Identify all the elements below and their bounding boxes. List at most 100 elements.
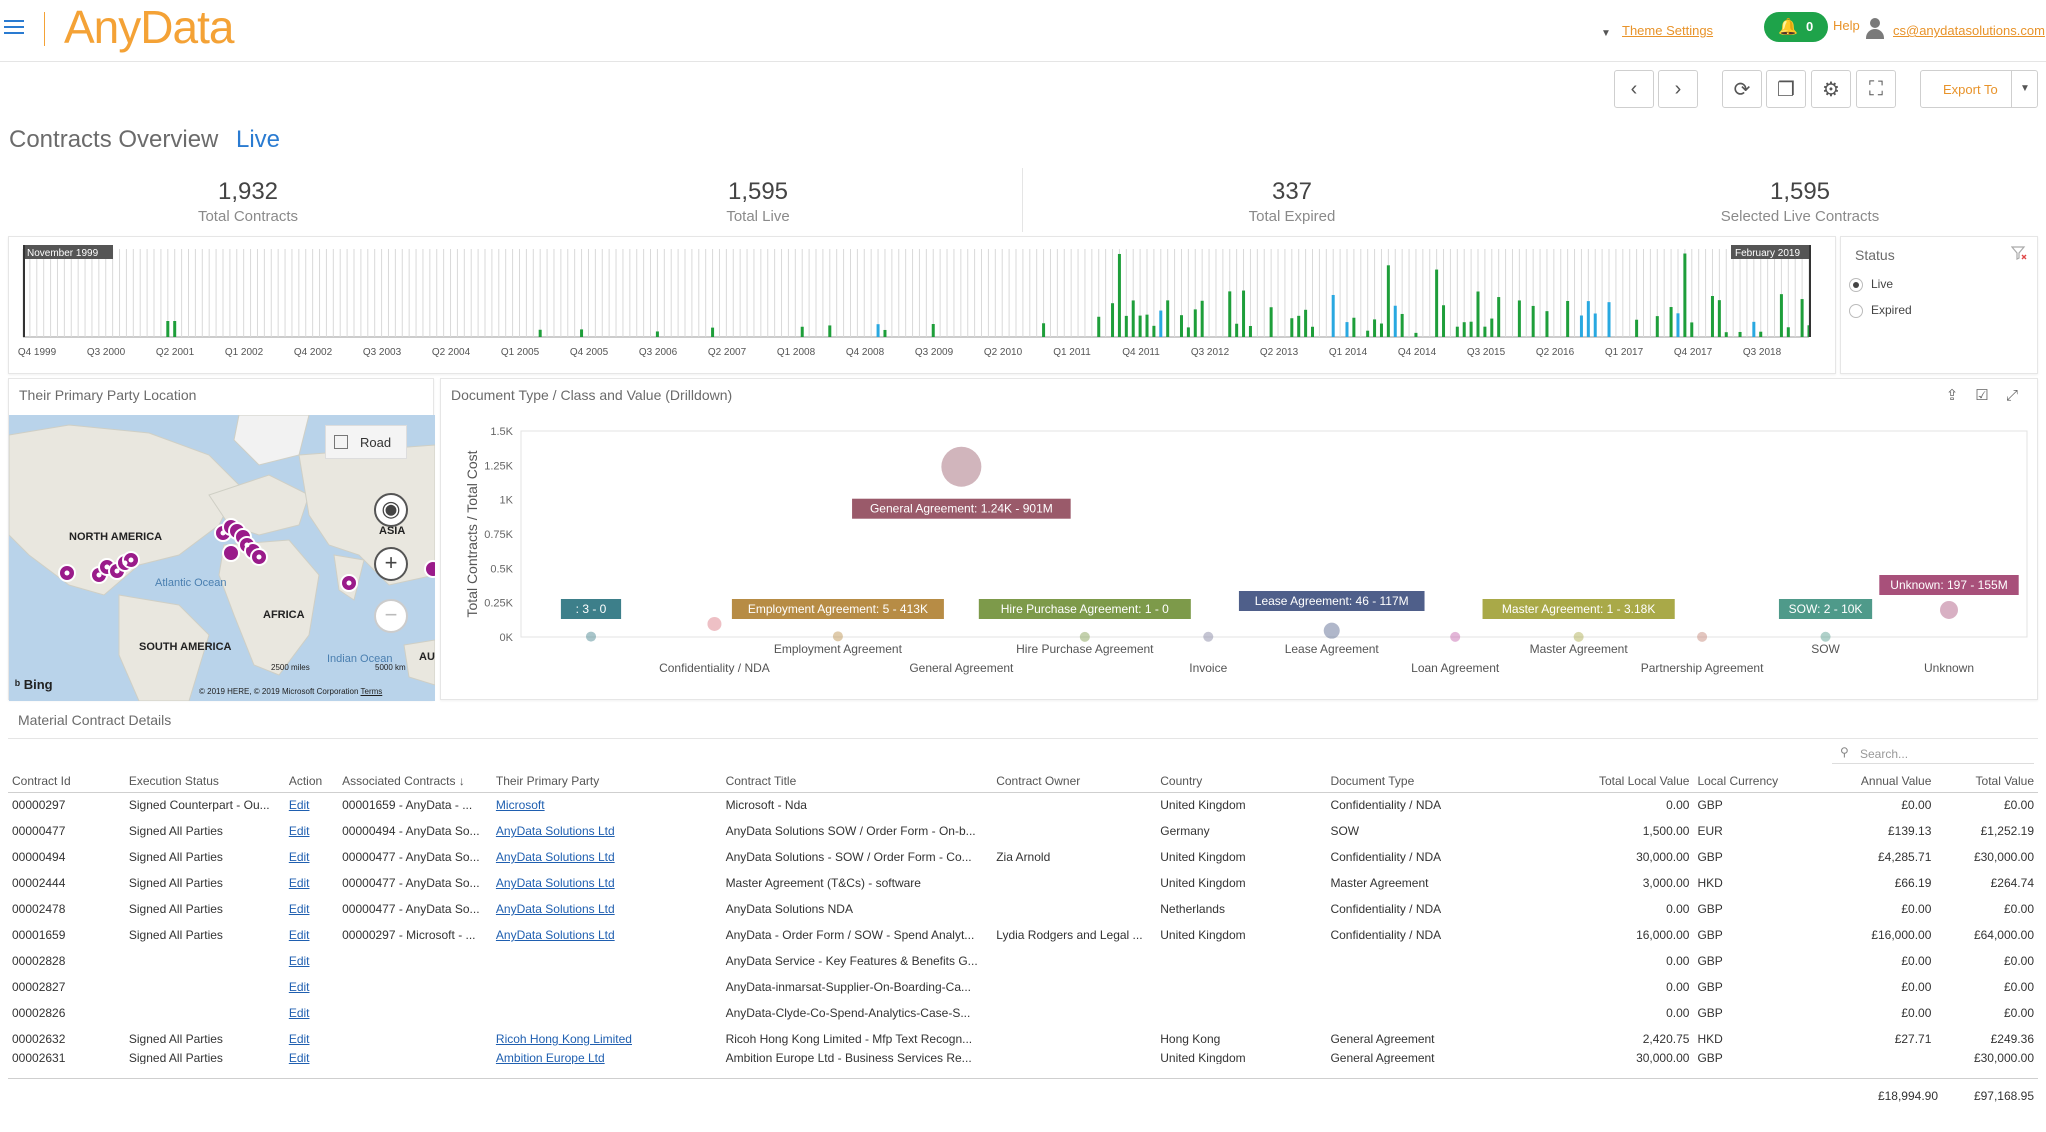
column-header[interactable]: Contract Title bbox=[721, 770, 993, 793]
table-search[interactable]: ⚲ Search... bbox=[1832, 742, 2034, 764]
table-row[interactable]: 00002827 Edit AnyData-inmarsat-Supplier-On… bbox=[8, 974, 2038, 1000]
clear-filter-icon[interactable] bbox=[2011, 245, 2027, 261]
scatter-point[interactable] bbox=[832, 631, 843, 642]
column-header[interactable]: Associated Contracts ↓ bbox=[338, 770, 492, 793]
timeline-bar bbox=[1786, 327, 1790, 337]
table-row[interactable]: 00002828 Edit AnyData Service - Key Featur… bbox=[8, 948, 2038, 974]
table-cell bbox=[1326, 1000, 1572, 1026]
locate-button[interactable]: ◉ bbox=[374, 493, 408, 527]
table-row[interactable]: 00000477 Signed All Parties Edit 00000494 -… bbox=[8, 818, 2038, 844]
column-header[interactable]: Local Currency bbox=[1693, 770, 1813, 793]
menu-icon[interactable] bbox=[4, 20, 24, 36]
column-header[interactable]: Contract Id bbox=[8, 770, 125, 793]
next-button[interactable]: › bbox=[1658, 70, 1698, 108]
edit-link[interactable]: Edit bbox=[289, 980, 310, 994]
map-canvas[interactable]: NORTH AMERICA Atlantic Ocean AFRICA SOUT… bbox=[9, 415, 435, 701]
table-cell: EUR bbox=[1697, 824, 1723, 838]
timeline-bar bbox=[1476, 291, 1480, 337]
edit-link[interactable]: Edit bbox=[289, 876, 310, 890]
table-row[interactable]: 00001659 Signed All Parties Edit 00000297 -… bbox=[8, 922, 2038, 948]
user-email-link[interactable]: cs@anydatasolutions.com bbox=[1893, 23, 2045, 38]
party-link[interactable]: Ambition Europe Ltd bbox=[496, 1052, 605, 1064]
column-header[interactable]: Total Local Value bbox=[1572, 770, 1694, 793]
table-cell bbox=[992, 896, 1156, 922]
edit-link[interactable]: Edit bbox=[289, 1032, 310, 1046]
edit-link[interactable]: Edit bbox=[289, 1006, 310, 1020]
edit-link[interactable]: Edit bbox=[289, 824, 310, 838]
chevron-down-icon[interactable]: ▼ bbox=[2011, 71, 2038, 107]
column-header[interactable]: Action bbox=[284, 770, 339, 793]
scatter-point[interactable] bbox=[941, 446, 982, 487]
search-placeholder[interactable]: Search... bbox=[1860, 747, 1908, 761]
party-link[interactable]: AnyData Solutions Ltd bbox=[496, 824, 615, 838]
zoom-in-button[interactable]: + bbox=[374, 547, 408, 581]
table-row[interactable]: 00002478 Signed All Parties Edit 00000477 -… bbox=[8, 896, 2038, 922]
column-header[interactable]: Contract Owner bbox=[992, 770, 1157, 793]
scatter-point[interactable] bbox=[1820, 631, 1831, 642]
map-style-button[interactable]: Road bbox=[325, 425, 407, 459]
user-icon[interactable] bbox=[1866, 18, 1884, 40]
prev-button[interactable]: ‹ bbox=[1614, 70, 1654, 108]
column-header[interactable]: Their Primary Party bbox=[491, 770, 722, 793]
status-option-live[interactable]: Live bbox=[1849, 277, 1893, 292]
table-row[interactable]: 00000297 Signed Counterpart - Ou... Edit 00… bbox=[8, 792, 2038, 818]
table-cell: Edit bbox=[285, 1000, 338, 1026]
scatter-point[interactable] bbox=[1450, 631, 1461, 642]
column-header[interactable]: Annual Value bbox=[1812, 770, 1936, 793]
refresh-button[interactable]: ⟳ bbox=[1722, 70, 1762, 108]
settings-button[interactable]: ⚙ bbox=[1811, 70, 1851, 108]
scatter-point[interactable] bbox=[586, 631, 596, 642]
table-cell: £1,252.19 bbox=[1980, 824, 2034, 838]
party-link[interactable]: AnyData Solutions Ltd bbox=[496, 850, 615, 864]
scatter-point[interactable] bbox=[1203, 631, 1214, 642]
sort-desc-icon[interactable]: ↓ bbox=[456, 774, 465, 788]
scatter-chart[interactable]: 0K 0.25K 0.5K 0.75K 1K 1.25K 1.5K Total Contrac… bbox=[441, 379, 2039, 701]
scatter-point[interactable] bbox=[1079, 631, 1090, 642]
party-link[interactable]: AnyData Solutions Ltd bbox=[496, 928, 615, 942]
timeline-panel[interactable]: November 1999 February 2019 Q4 1999 Q3 2000… bbox=[8, 236, 1836, 374]
edit-link[interactable]: Edit bbox=[289, 902, 310, 916]
column-header[interactable]: Country bbox=[1156, 770, 1327, 793]
theme-settings-link[interactable]: Theme Settings bbox=[1622, 23, 1713, 38]
column-header[interactable]: Execution Status bbox=[124, 770, 285, 793]
timeline-chart[interactable]: November 1999 February 2019 Q4 1999 Q3 2000… bbox=[9, 237, 1837, 375]
export-button[interactable]: Export To ▼ bbox=[1920, 70, 2038, 108]
party-link[interactable]: AnyData Solutions Ltd bbox=[496, 902, 615, 916]
table-row[interactable]: 00002631 Signed All Parties Edit Ambition E… bbox=[8, 1052, 2038, 1064]
zoom-out-button[interactable]: − bbox=[374, 599, 408, 633]
chevron-down-icon[interactable]: ▼ bbox=[1601, 28, 1611, 39]
table-row[interactable]: 00002826 Edit AnyData-Clyde-Co-Spend-Analy… bbox=[8, 1000, 2038, 1026]
timeline-bar bbox=[1352, 317, 1356, 337]
table-cell: General Agreement bbox=[1330, 1052, 1435, 1064]
party-link[interactable]: AnyData Solutions Ltd bbox=[496, 876, 615, 890]
scatter-point[interactable] bbox=[1573, 631, 1584, 642]
x-category-label: Loan Agreement bbox=[1411, 661, 1500, 675]
help-link[interactable]: Help bbox=[1833, 18, 1860, 33]
scatter-point[interactable] bbox=[1697, 631, 1708, 642]
edit-link[interactable]: Edit bbox=[289, 954, 310, 968]
party-link[interactable]: Microsoft bbox=[496, 798, 545, 812]
edit-link[interactable]: Edit bbox=[289, 850, 310, 864]
status-option-expired[interactable]: Expired bbox=[1849, 303, 1912, 318]
edit-link[interactable]: Edit bbox=[289, 928, 310, 942]
timeline-tick-label: Q4 2017 bbox=[1674, 347, 1713, 358]
fullscreen-button[interactable]: ⛶ bbox=[1856, 70, 1896, 108]
x-category-label: General Agreement bbox=[909, 661, 1014, 675]
timeline-bar bbox=[1290, 318, 1294, 337]
radio-expired[interactable] bbox=[1849, 303, 1863, 318]
scatter-point[interactable] bbox=[1940, 600, 1958, 619]
layout-button[interactable]: ❐ bbox=[1766, 70, 1806, 108]
scatter-point[interactable] bbox=[1323, 622, 1340, 639]
terms-link[interactable]: Terms bbox=[361, 687, 383, 696]
party-link[interactable]: Ricoh Hong Kong Limited bbox=[496, 1032, 632, 1046]
table-row[interactable]: 00002444 Signed All Parties Edit 00000477 -… bbox=[8, 870, 2038, 896]
column-header[interactable]: Total Value bbox=[1935, 770, 2038, 793]
column-header[interactable]: Document Type bbox=[1326, 770, 1573, 793]
edit-link[interactable]: Edit bbox=[289, 1052, 310, 1064]
radio-live[interactable] bbox=[1849, 277, 1863, 292]
edit-link[interactable]: Edit bbox=[289, 798, 310, 812]
scatter-point[interactable] bbox=[707, 616, 722, 631]
notifications-button[interactable]: 🔔 0 bbox=[1764, 12, 1828, 42]
table-row[interactable]: 00000494 Signed All Parties Edit 00000477 -… bbox=[8, 844, 2038, 870]
table-row[interactable]: 00002632 Signed All Parties Edit Ricoh Hong… bbox=[8, 1026, 2038, 1052]
